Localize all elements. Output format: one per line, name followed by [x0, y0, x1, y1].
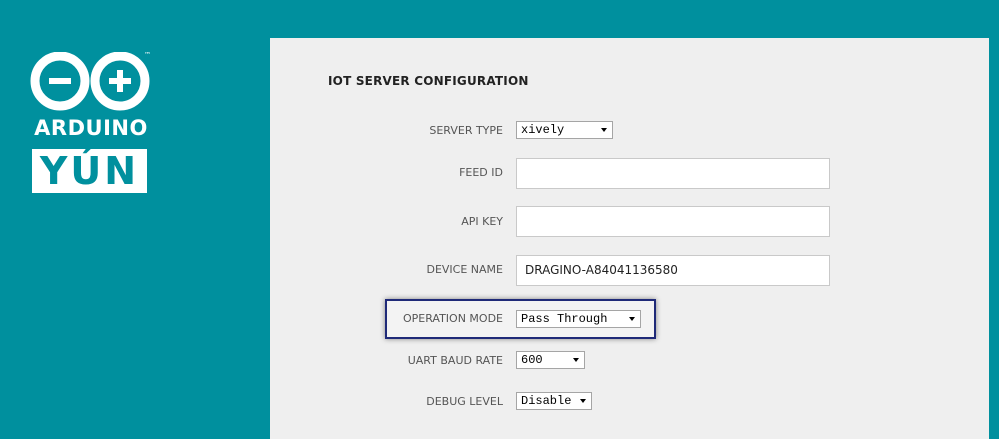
config-panel: IOT SERVER CONFIGURATION SERVER TYPE xiv… [270, 38, 989, 439]
feed-id-input[interactable] [516, 158, 830, 189]
server-type-label: SERVER TYPE [429, 124, 503, 137]
dropdown-arrow-icon [573, 358, 579, 362]
operation-mode-select[interactable]: Pass Through [516, 310, 641, 328]
arduino-yun-logo: ™ ARDUINO YÚN [28, 51, 154, 194]
uart-baud-rate-label: UART BAUD RATE [407, 354, 503, 367]
logo-product-name: YÚN [32, 149, 147, 193]
server-type-value: xively [521, 123, 565, 137]
logo-wordmark: ARDUINO [34, 116, 148, 140]
operation-mode-label: OPERATION MODE [402, 312, 503, 325]
dropdown-arrow-icon [629, 317, 635, 321]
dropdown-arrow-icon [580, 399, 586, 403]
feed-id-label: FEED ID [459, 166, 503, 179]
uart-baud-rate-value: 600 [521, 353, 543, 367]
api-key-input[interactable] [516, 206, 830, 237]
debug-level-select[interactable]: Disable [516, 392, 592, 410]
debug-level-value: Disable [521, 394, 572, 408]
uart-baud-rate-select[interactable]: 600 [516, 351, 585, 369]
operation-mode-value: Pass Through [521, 312, 608, 326]
debug-level-label: DEBUG LEVEL [426, 395, 503, 408]
server-type-select[interactable]: xively [516, 121, 613, 139]
infinity-logo-icon [30, 52, 150, 111]
trademark-symbol: ™ [144, 51, 151, 59]
device-name-input[interactable]: DRAGINO-A84041136580 [516, 255, 830, 286]
dropdown-arrow-icon [601, 128, 607, 132]
api-key-label: API KEY [461, 215, 503, 228]
device-name-label: DEVICE NAME [426, 263, 503, 276]
page-title: IOT SERVER CONFIGURATION [328, 74, 529, 88]
